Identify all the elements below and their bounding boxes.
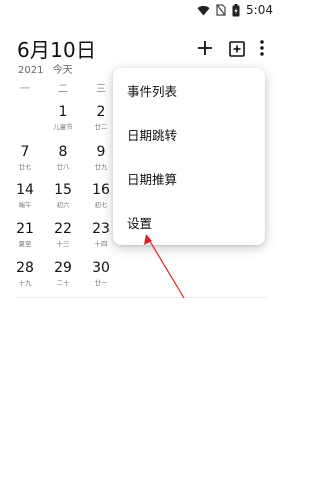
overflow-menu: 事件列表 日期跳转 日期推算 设置 xyxy=(113,68,265,245)
menu-item-event-list[interactable]: 事件列表 xyxy=(113,68,265,112)
day-cell[interactable]: 22 十三 xyxy=(45,221,81,249)
day-number: 15 xyxy=(54,182,72,198)
menu-item-date-calculate[interactable]: 日期推算 xyxy=(113,156,265,200)
lunar-label: 廿八 xyxy=(56,163,70,171)
day-cell[interactable]: 28 十九 xyxy=(7,260,43,288)
jump-date-button[interactable] xyxy=(226,37,248,59)
lunar-label: 儿童节 xyxy=(53,123,73,131)
plus-icon xyxy=(198,41,212,55)
day-number: 21 xyxy=(16,221,34,237)
day-cell[interactable]: 15 初六 xyxy=(45,182,81,210)
lunar-label: 廿七 xyxy=(18,163,32,171)
day-cell[interactable]: 1 儿童节 xyxy=(45,104,81,132)
lunar-label: 十九 xyxy=(18,279,32,287)
lunar-label: 初六 xyxy=(56,201,70,209)
lunar-label: 十三 xyxy=(56,240,70,248)
day-number: 14 xyxy=(16,182,34,198)
day-number: 7 xyxy=(20,144,30,160)
add-event-button[interactable] xyxy=(194,37,216,59)
day-number: 1 xyxy=(58,104,68,120)
day-number: 29 xyxy=(54,260,72,276)
status-bar: 5:04 xyxy=(0,0,281,22)
lunar-label: 二十 xyxy=(56,279,70,287)
day-cell[interactable]: 21 夏至 xyxy=(7,221,43,249)
day-number: 8 xyxy=(58,144,68,160)
menu-item-date-jump[interactable]: 日期跳转 xyxy=(113,112,265,156)
more-vert-icon xyxy=(260,40,264,56)
day-cell[interactable]: 14 端午 xyxy=(7,182,43,210)
lunar-label: 夏至 xyxy=(18,240,32,248)
menu-item-label: 日期推算 xyxy=(127,171,178,187)
menu-item-label: 日期跳转 xyxy=(127,127,178,143)
menu-item-label: 设置 xyxy=(127,215,153,231)
day-cell[interactable]: 8 廿八 xyxy=(45,144,81,172)
day-number: 28 xyxy=(16,260,34,276)
day-cell[interactable]: 30 廿一 xyxy=(83,260,119,288)
lunar-label: 廿一 xyxy=(94,279,108,287)
wifi-icon xyxy=(197,5,210,16)
today-label[interactable]: 今天 xyxy=(53,65,73,76)
day-number: 22 xyxy=(54,221,72,237)
menu-item-settings[interactable]: 设置 xyxy=(113,200,265,244)
weekday-label: 一 xyxy=(20,84,30,95)
day-number: 30 xyxy=(92,260,110,276)
year-line: 2021 今天 xyxy=(18,61,79,76)
no-sim-icon xyxy=(216,4,226,16)
lunar-label: 端午 xyxy=(18,201,32,209)
calendar-plus-icon xyxy=(229,40,245,57)
weekday-label: 二 xyxy=(58,84,68,95)
menu-item-label: 事件列表 xyxy=(127,83,178,99)
month-divider xyxy=(14,297,267,298)
year-label: 2021 xyxy=(18,65,44,76)
battery-icon xyxy=(232,3,240,17)
date-title[interactable]: 6月10日 xyxy=(17,34,96,63)
day-cell[interactable]: 7 廿七 xyxy=(7,144,43,172)
more-options-button[interactable] xyxy=(254,37,270,59)
clock-time: 5:04 xyxy=(246,3,273,17)
day-cell[interactable]: 29 二十 xyxy=(45,260,81,288)
